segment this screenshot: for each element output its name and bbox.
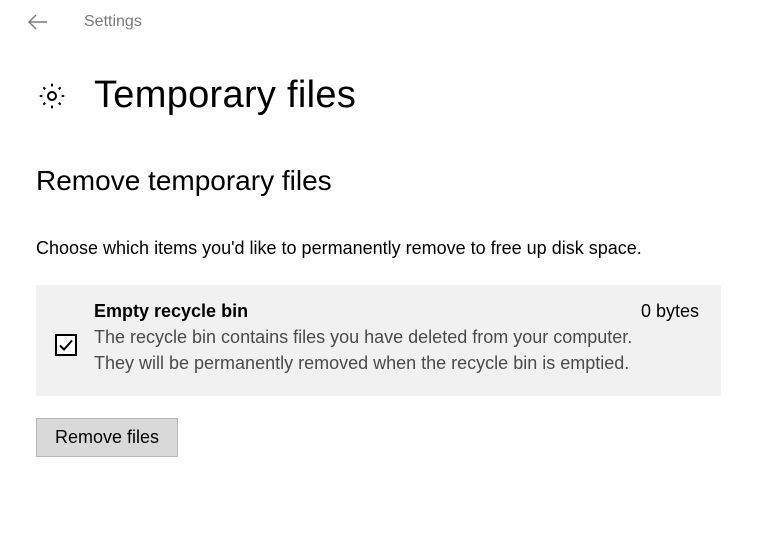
- content: Remove temporary files Choose which item…: [0, 117, 757, 457]
- gear-icon: [36, 80, 68, 112]
- section-description: Choose which items you'd like to permane…: [36, 235, 676, 261]
- check-icon: [58, 337, 74, 353]
- temp-file-item: Empty recycle bin 0 bytes The recycle bi…: [36, 285, 721, 396]
- item-title: Empty recycle bin: [94, 301, 248, 322]
- arrow-left-icon: [28, 14, 48, 30]
- item-size: 0 bytes: [641, 301, 699, 322]
- remove-files-button[interactable]: Remove files: [36, 418, 178, 457]
- item-description: The recycle bin contains files you have …: [94, 324, 634, 376]
- back-button[interactable]: [28, 12, 48, 32]
- title-row: Temporary files: [0, 44, 757, 117]
- top-bar: Settings: [0, 0, 757, 44]
- item-checkbox[interactable]: [54, 333, 78, 357]
- section-heading: Remove temporary files: [36, 165, 721, 197]
- page-title: Temporary files: [94, 74, 356, 117]
- app-label: Settings: [84, 13, 142, 31]
